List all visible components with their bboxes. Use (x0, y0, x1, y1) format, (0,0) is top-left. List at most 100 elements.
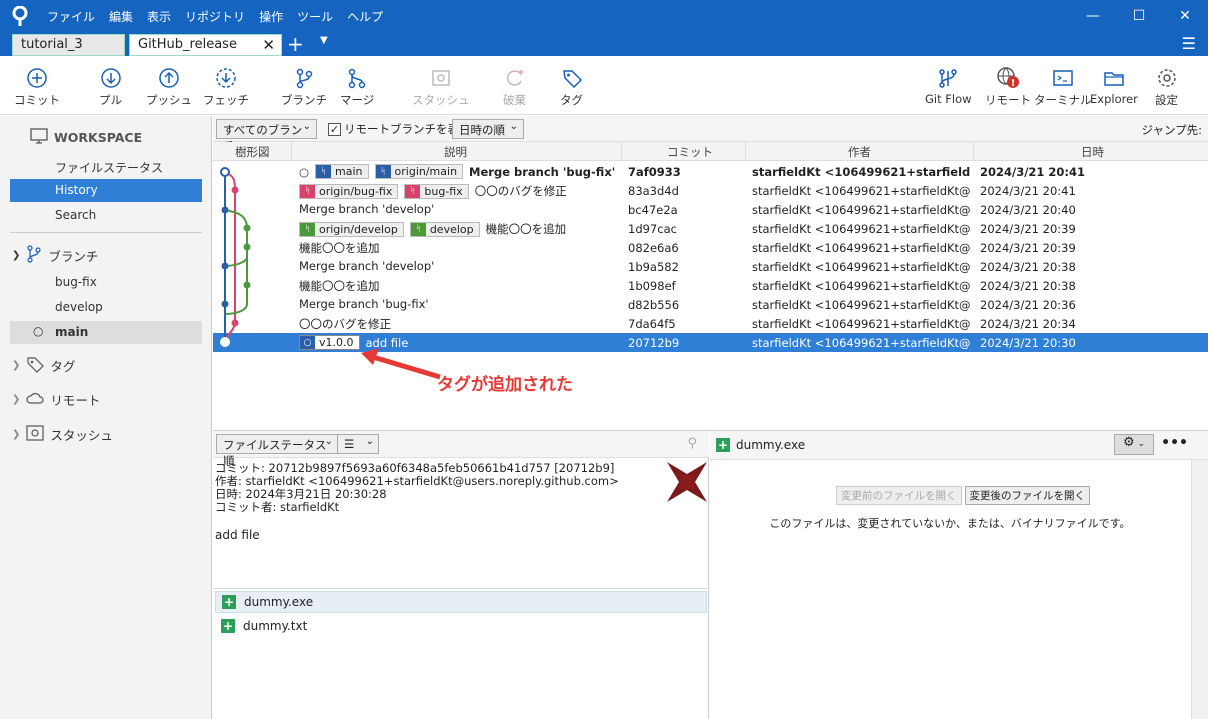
menu-actions[interactable]: 操作 (252, 8, 290, 25)
tag-button[interactable]: タグ (560, 64, 583, 108)
terminal-button[interactable]: ターミナル (1034, 64, 1092, 108)
commit-row[interactable]: Merge branch 'bug-fix' d82b556 starfield… (213, 295, 1208, 314)
file-sort-dropdown[interactable]: ファイルステータス順 ⌄ (216, 434, 338, 468)
branch-filter-dropdown[interactable]: すべてのブランチ ⌄ (216, 119, 317, 153)
open-before-button[interactable]: 変更前のファイルを開く (836, 486, 962, 505)
more-options-icon[interactable]: ••• (1161, 435, 1188, 451)
branch-icon: ᛋ (375, 165, 391, 178)
commit-list: ○ ᛋ main ᛋ origin/main Merge branch 'bug-f… (213, 162, 1208, 429)
badge-label: origin/bug-fix (319, 184, 393, 198)
remote-button[interactable]: ! リモート (985, 64, 1031, 108)
sidebar-branch-develop[interactable]: develop (10, 296, 202, 319)
branch-icon: ᛋ (300, 184, 315, 198)
history-column-header: 樹形図 説明 コミット 作者 日時 (213, 142, 1208, 161)
commit-hash: 20712b9 (628, 336, 680, 350)
folder-icon (1103, 64, 1125, 92)
sidebar-branch-bug-fix[interactable]: bug-fix (10, 271, 202, 294)
commit-row[interactable]: ᛋ origin/develop ᛋ develop 機能〇〇を追加 1d97cac… (213, 219, 1208, 238)
commit-row[interactable]: 機能〇〇を追加 082e6a6 starfieldKt <106499621+s… (213, 238, 1208, 257)
chevron-down-icon: ⌄ (509, 121, 518, 132)
gitflow-button[interactable]: Git Flow (925, 64, 972, 106)
search-icon[interactable]: ⚲ (687, 436, 697, 451)
sidebar-item-history[interactable]: History (10, 179, 202, 202)
commit-row[interactable]: ᛋ origin/bug-fix ᛋ bug-fix 〇〇のバグを修正 83a3d4… (213, 181, 1208, 200)
order-dropdown[interactable]: 日時の順 ⌄ (452, 119, 524, 139)
commit-button[interactable]: コミット (14, 64, 60, 108)
column-divider (745, 142, 746, 161)
new-tab-icon[interactable]: + (287, 32, 304, 56)
merge-button[interactable]: マージ (340, 64, 374, 108)
commit-row[interactable]: Merge branch 'develop' 1b9a582 starfield… (213, 257, 1208, 276)
diff-scrollbar[interactable] (1191, 460, 1208, 719)
menu-view[interactable]: 表示 (140, 8, 178, 25)
branch-name: main (55, 325, 89, 339)
annotation-callout: タグが追加された (437, 375, 573, 395)
commit-author: starfieldKt <106499621+starfieldKt@users (752, 317, 970, 331)
file-item[interactable]: + dummy.txt (215, 615, 707, 637)
tab-tutorial-3[interactable]: tutorial_3 (12, 34, 125, 56)
chevron-down-icon: ❯ (12, 250, 21, 261)
file-item[interactable]: + dummy.exe (215, 591, 707, 613)
menu-tools[interactable]: ツール (290, 8, 340, 25)
column-commit[interactable]: コミット (667, 144, 713, 160)
diff-options-button[interactable]: ⚙ ⌄ (1114, 434, 1154, 455)
open-after-button[interactable]: 変更後のファイルを開く (964, 486, 1090, 505)
sidebar-branch-main[interactable]: ○ main (10, 321, 202, 344)
branch-name: develop (55, 300, 103, 314)
branches-header[interactable]: ❯ ブランチ (12, 245, 98, 266)
column-graph[interactable]: 樹形図 (235, 144, 270, 160)
menu-edit[interactable]: 編集 (102, 8, 140, 25)
settings-button[interactable]: 設定 (1155, 64, 1178, 108)
svg-text:!: ! (1011, 78, 1016, 89)
tag-icon: ○ (300, 336, 315, 349)
tab-list-chevron-icon[interactable]: ▼ (320, 35, 328, 46)
stash-header[interactable]: ❯ スタッシュ (12, 425, 113, 444)
fetch-button[interactable]: フェッチ (203, 64, 249, 108)
changed-files-list: + dummy.exe + dummy.txt (213, 588, 709, 719)
explorer-button[interactable]: Explorer (1090, 64, 1138, 106)
menu-file[interactable]: ファイル (40, 8, 102, 25)
menu-help[interactable]: ヘルプ (340, 8, 390, 25)
column-author[interactable]: 作者 (848, 144, 871, 160)
commit-hash: bc47e2a (628, 203, 678, 217)
menu-repository[interactable]: リポジトリ (178, 8, 252, 25)
branch-icon: ᛋ (316, 165, 332, 178)
sidebar-item-file-status[interactable]: ファイルステータス (10, 155, 202, 178)
branch-badge-bug-fix: ᛋ bug-fix (404, 183, 469, 199)
stash-button[interactable]: スタッシュ (412, 64, 470, 108)
hamburger-menu-icon[interactable]: ☰ (1182, 34, 1196, 53)
chevron-down-icon: ⌄ (365, 436, 374, 447)
push-label: プッシュ (146, 93, 192, 107)
push-button[interactable]: プッシュ (146, 64, 192, 108)
commit-author: starfieldKt <106499621+starfieldKt@use (752, 165, 970, 179)
close-tab-icon[interactable]: ✕ (262, 36, 275, 54)
column-date[interactable]: 日時 (1081, 144, 1104, 160)
gear-icon: ⚙ (1122, 435, 1135, 450)
commit-hash: 1b098ef (628, 279, 676, 293)
view-mode-dropdown[interactable]: ☰ ⌄ (337, 434, 379, 454)
commit-message: Merge branch 'develop' (299, 259, 435, 273)
commit-row[interactable]: 機能〇〇を追加 1b098ef starfieldKt <106499621+s… (213, 276, 1208, 295)
discard-button[interactable]: 破棄 (503, 64, 526, 108)
close-window-button[interactable]: ✕ (1162, 0, 1208, 32)
maximize-button[interactable]: ☐ (1116, 0, 1162, 32)
tab-github-release[interactable]: GitHub_release ✕ (129, 34, 282, 56)
minimize-button[interactable]: — (1070, 0, 1116, 32)
stash-label: スタッシュ (412, 93, 470, 107)
remotes-header[interactable]: ❯ リモート (12, 390, 100, 409)
column-description[interactable]: 説明 (444, 144, 467, 160)
commit-row[interactable]: ○ ᛋ main ᛋ origin/main Merge branch 'bug-f… (213, 162, 1208, 181)
diff-file-title: + dummy.exe (716, 438, 805, 452)
commit-row[interactable]: Merge branch 'develop' bc47e2a starfield… (213, 200, 1208, 219)
file-name: dummy.exe (244, 595, 314, 609)
sidebar-item-search[interactable]: Search (10, 204, 202, 227)
show-remote-checkbox[interactable]: ✓ リモートブランチを表示 (328, 121, 471, 137)
commit-row[interactable]: 〇〇のバグを修正 7da64f5 starfieldKt <106499621+… (213, 314, 1208, 333)
commit-message: 機能〇〇を追加 (299, 241, 380, 255)
branch-button[interactable]: ブランチ (281, 64, 327, 108)
tags-header[interactable]: ❯ タグ (12, 355, 75, 376)
commit-author: starfieldKt <106499621+starfieldKt@users (752, 260, 970, 274)
commit-hash: 7da64f5 (628, 317, 676, 331)
chevron-down-icon: ⌄ (302, 121, 311, 132)
pull-button[interactable]: プル (99, 64, 122, 108)
